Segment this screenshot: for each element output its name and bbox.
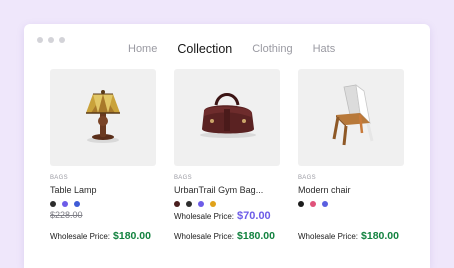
window-controls	[37, 37, 65, 43]
top-navigation: Home Collection Clothing Hats	[128, 42, 355, 56]
color-swatches	[50, 201, 156, 207]
nav-item-hats[interactable]: Hats	[313, 43, 336, 55]
promo-price-label: Wholesale Price:	[174, 212, 235, 221]
product-category: BAGS	[298, 175, 316, 181]
product-image-modern-chair[interactable]	[298, 69, 404, 166]
color-swatch[interactable]	[310, 201, 316, 207]
wholesale-price: $180.00	[237, 230, 275, 242]
product-category: BAGS	[50, 175, 68, 181]
browser-window: Home Collection Clothing Hats BAGS Table…	[24, 24, 430, 268]
wholesale-price-label: Wholesale Price:	[50, 232, 111, 241]
price-line	[298, 210, 404, 224]
color-swatch[interactable]	[174, 201, 180, 207]
product-card-gym-bag[interactable]: BAGS UrbanTrail Gym Bag... Wholesale Pri…	[174, 69, 280, 224]
color-swatch[interactable]	[322, 201, 328, 207]
product-image-gym-bag[interactable]	[174, 69, 280, 166]
color-swatches	[174, 201, 280, 207]
original-price: $228.00	[50, 210, 83, 220]
product-name[interactable]: Modern chair	[298, 185, 404, 195]
product-card-modern-chair[interactable]: BAGS Modern chair	[298, 69, 404, 224]
price-line: $228.00	[50, 210, 156, 224]
nav-item-home[interactable]: Home	[128, 43, 157, 55]
color-swatch[interactable]	[298, 201, 304, 207]
wholesale-price: $180.00	[361, 230, 399, 242]
product-image-table-lamp[interactable]	[50, 69, 156, 166]
color-swatch[interactable]	[50, 201, 56, 207]
wholesale-price-label: Wholesale Price:	[174, 232, 235, 241]
color-swatches	[298, 201, 404, 207]
wholesale-price-row: Wholesale Price: $180.00	[174, 230, 275, 242]
color-swatch[interactable]	[198, 201, 204, 207]
wholesale-price-row: Wholesale Price: $180.00	[298, 230, 399, 242]
modern-chair-image	[332, 84, 374, 146]
wholesale-price-label: Wholesale Price:	[298, 232, 359, 241]
product-name[interactable]: Table Lamp	[50, 185, 156, 195]
color-swatch[interactable]	[186, 201, 192, 207]
duffel-bag-image	[200, 93, 256, 138]
color-swatch[interactable]	[62, 201, 68, 207]
window-dot-icon[interactable]	[37, 37, 43, 43]
table-lamp-image	[86, 90, 120, 143]
product-card-table-lamp[interactable]: BAGS Table Lamp $228.00	[50, 69, 156, 224]
nav-item-clothing[interactable]: Clothing	[252, 43, 292, 55]
product-category: BAGS	[174, 175, 192, 181]
promo-price: $70.00	[237, 210, 271, 222]
color-swatch[interactable]	[210, 201, 216, 207]
color-swatch[interactable]	[74, 201, 80, 207]
nav-item-collection[interactable]: Collection	[177, 42, 232, 56]
price-line: Wholesale Price: $70.00	[174, 210, 280, 224]
window-dot-icon[interactable]	[48, 37, 54, 43]
wholesale-price-row: Wholesale Price: $180.00	[50, 230, 151, 242]
window-dot-icon[interactable]	[59, 37, 65, 43]
product-name[interactable]: UrbanTrail Gym Bag...	[174, 185, 280, 195]
wholesale-price: $180.00	[113, 230, 151, 242]
